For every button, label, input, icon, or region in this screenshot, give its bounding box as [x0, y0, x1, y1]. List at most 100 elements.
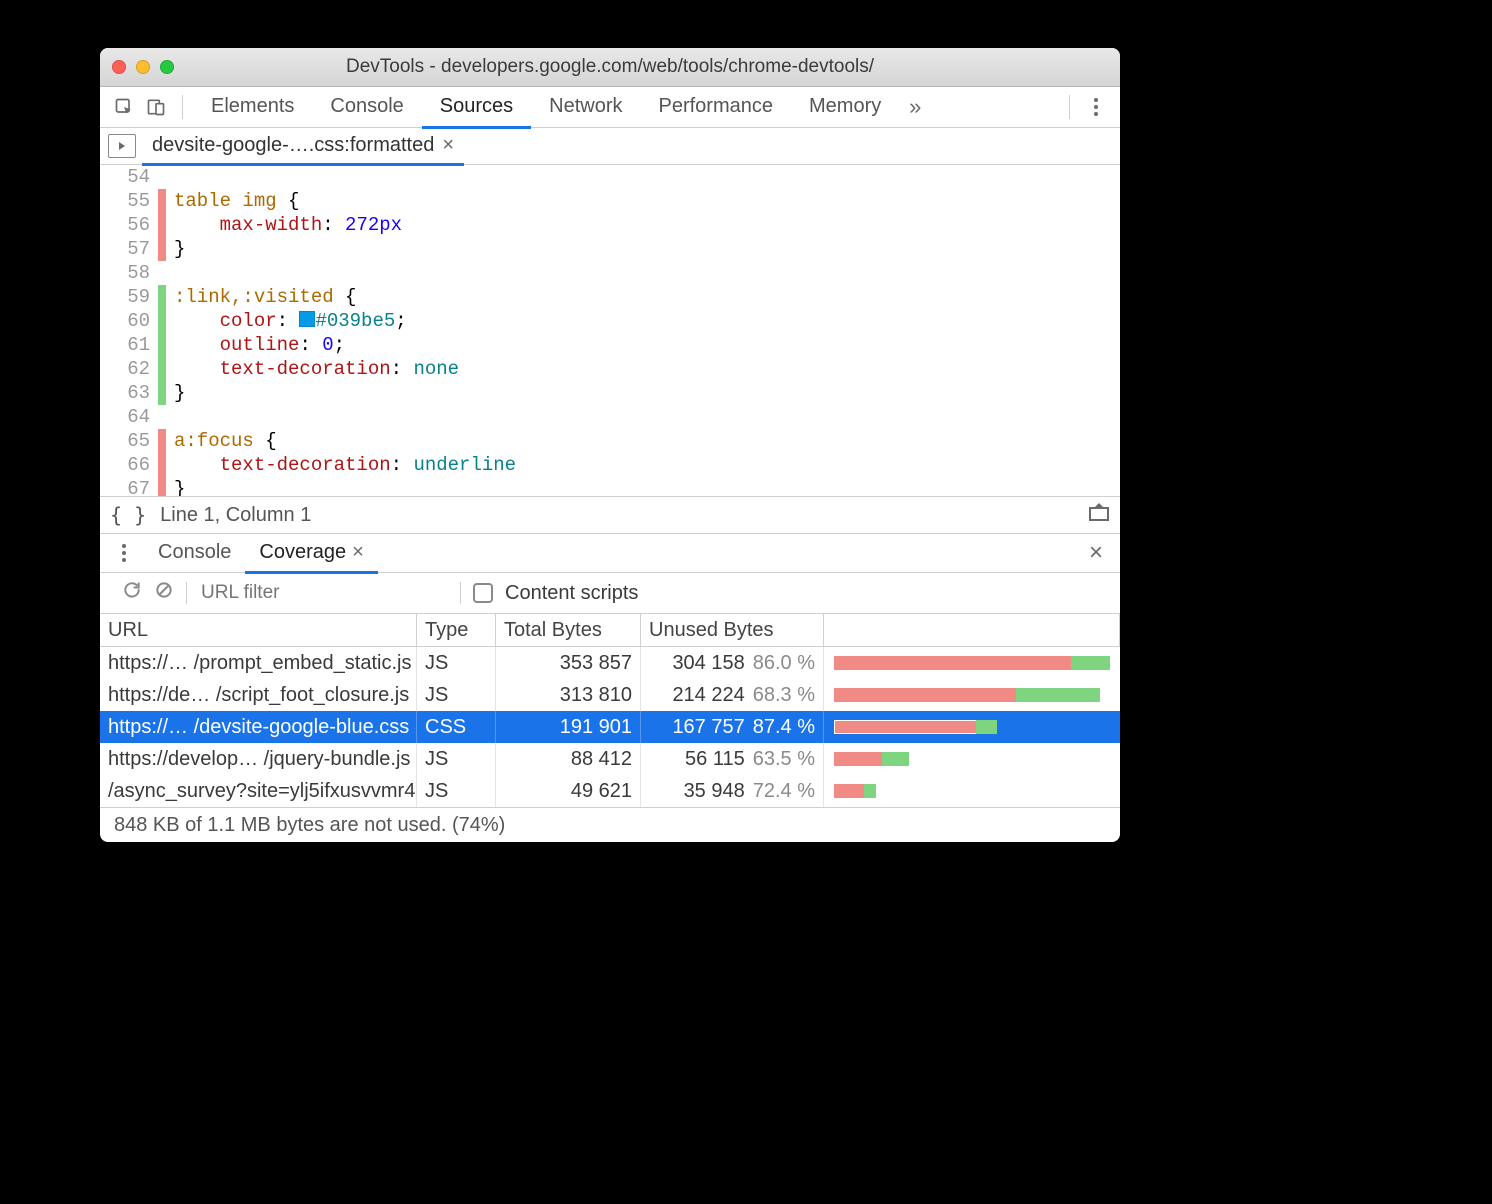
col-unused[interactable]: Unused Bytes [641, 614, 824, 646]
drawer-tab-label: Coverage [259, 541, 346, 564]
url-filter-input[interactable] [199, 581, 448, 605]
code-line: 62 text-decoration: none [100, 357, 1120, 381]
source-code-view[interactable]: 5455table img {56 max-width: 272px57}585… [100, 165, 1120, 496]
coverage-row[interactable]: https://de… /script_foot_closure.jsJS313… [100, 679, 1120, 711]
pretty-print-icon[interactable]: { } [110, 503, 146, 527]
used-segment [1071, 656, 1110, 670]
col-url[interactable]: URL [100, 614, 417, 646]
sidebar-toggle-icon[interactable] [1088, 502, 1110, 528]
close-icon[interactable]: × [352, 541, 364, 564]
minimize-icon[interactable] [136, 60, 150, 74]
tab-sources[interactable]: Sources [422, 86, 531, 129]
separator [182, 95, 183, 119]
line-number: 56 [100, 213, 158, 237]
coverage-row[interactable]: /async_survey?site=ylj5ifxusvvmr4pJS49 6… [100, 775, 1120, 807]
clear-icon[interactable] [154, 580, 174, 606]
close-icon[interactable]: × [1080, 537, 1112, 569]
code-text: } [166, 381, 185, 405]
navigator-toggle-icon[interactable] [108, 134, 136, 158]
used-segment [864, 784, 876, 798]
content-scripts-checkbox[interactable] [473, 583, 493, 603]
code-line: 67} [100, 477, 1120, 496]
code-text: a:focus { [166, 429, 277, 453]
device-toolbar-icon[interactable] [140, 91, 172, 123]
col-visualization[interactable] [824, 614, 1120, 646]
tab-memory[interactable]: Memory [791, 86, 899, 129]
cell-unused-bytes: 56 11563.5 % [641, 743, 824, 775]
reload-icon[interactable] [122, 580, 142, 606]
code-line: 54 [100, 165, 1120, 189]
window-titlebar: DevTools - developers.google.com/web/too… [100, 48, 1120, 87]
line-number: 62 [100, 357, 158, 381]
usage-bar [834, 784, 876, 798]
used-segment [1016, 688, 1100, 702]
coverage-row[interactable]: https://… /prompt_embed_static.jsJS353 8… [100, 647, 1120, 679]
kebab-menu-icon[interactable] [108, 537, 140, 569]
coverage-header-row: URL Type Total Bytes Unused Bytes [100, 614, 1120, 647]
line-number: 66 [100, 453, 158, 477]
traffic-lights [112, 60, 174, 74]
more-tabs-icon[interactable]: » [899, 91, 931, 123]
code-text: text-decoration: underline [166, 453, 516, 477]
coverage-table: URL Type Total Bytes Unused Bytes https:… [100, 614, 1120, 807]
coverage-none [158, 261, 166, 285]
usage-bar [834, 656, 1110, 670]
cell-total-bytes: 191 901 [496, 711, 641, 743]
code-text: } [166, 237, 185, 261]
code-line: 64 [100, 405, 1120, 429]
line-number: 67 [100, 477, 158, 496]
col-type[interactable]: Type [417, 614, 496, 646]
code-text: text-decoration: none [166, 357, 459, 381]
color-swatch-icon[interactable] [299, 311, 315, 327]
tab-network[interactable]: Network [531, 86, 640, 129]
cell-total-bytes: 353 857 [496, 647, 641, 679]
code-text: max-width: 272px [166, 213, 402, 237]
separator [460, 582, 461, 604]
code-line: 55table img { [100, 189, 1120, 213]
line-number: 54 [100, 165, 158, 189]
zoom-icon[interactable] [160, 60, 174, 74]
coverage-unused-marker [158, 213, 166, 237]
sources-file-tabbar: devsite-google-….css:formatted × [100, 128, 1120, 165]
inspect-element-icon[interactable] [108, 91, 140, 123]
kebab-menu-icon[interactable] [1080, 91, 1112, 123]
coverage-summary: 848 KB of 1.1 MB bytes are not used. (74… [100, 807, 1120, 842]
col-total[interactable]: Total Bytes [496, 614, 641, 646]
coverage-unused-marker [158, 237, 166, 261]
drawer-tab-console[interactable]: Console [144, 533, 245, 574]
close-icon[interactable] [112, 60, 126, 74]
tab-performance[interactable]: Performance [641, 86, 792, 129]
cell-unused-bytes: 214 22468.3 % [641, 679, 824, 711]
cell-type: CSS [417, 711, 496, 743]
content-scripts-label: Content scripts [505, 582, 638, 605]
code-line: 66 text-decoration: underline [100, 453, 1120, 477]
window-title: DevTools - developers.google.com/web/too… [100, 56, 1120, 78]
coverage-row[interactable]: https://develop… /jquery-bundle.jsJS88 4… [100, 743, 1120, 775]
coverage-toolbar: Content scripts [100, 573, 1120, 614]
cell-type: JS [417, 743, 496, 775]
line-number: 63 [100, 381, 158, 405]
code-line: 63} [100, 381, 1120, 405]
coverage-unused-marker [158, 477, 166, 496]
line-number: 59 [100, 285, 158, 309]
line-number: 64 [100, 405, 158, 429]
source-file-tab[interactable]: devsite-google-….css:formatted × [142, 127, 464, 166]
drawer-tab-label: Console [158, 541, 231, 564]
coverage-used-marker [158, 381, 166, 405]
line-number: 57 [100, 237, 158, 261]
main-panel-tabs: ElementsConsoleSourcesNetworkPerformance… [100, 87, 1120, 128]
code-line: 56 max-width: 272px [100, 213, 1120, 237]
cell-total-bytes: 313 810 [496, 679, 641, 711]
cell-type: JS [417, 679, 496, 711]
usage-bar [834, 752, 909, 766]
cell-usage-bar [824, 775, 1120, 807]
code-line: 59 :link,:visited { [100, 285, 1120, 309]
code-text: table img { [166, 189, 299, 213]
tab-console[interactable]: Console [312, 86, 421, 129]
tab-elements[interactable]: Elements [193, 86, 312, 129]
code-line: 65a:focus { [100, 429, 1120, 453]
coverage-row[interactable]: https://… /devsite-google-blue.cssCSS191… [100, 711, 1120, 743]
close-icon[interactable]: × [442, 134, 454, 157]
code-text: :link,:visited { [166, 285, 356, 309]
drawer-tab-coverage[interactable]: Coverage × [245, 533, 377, 574]
